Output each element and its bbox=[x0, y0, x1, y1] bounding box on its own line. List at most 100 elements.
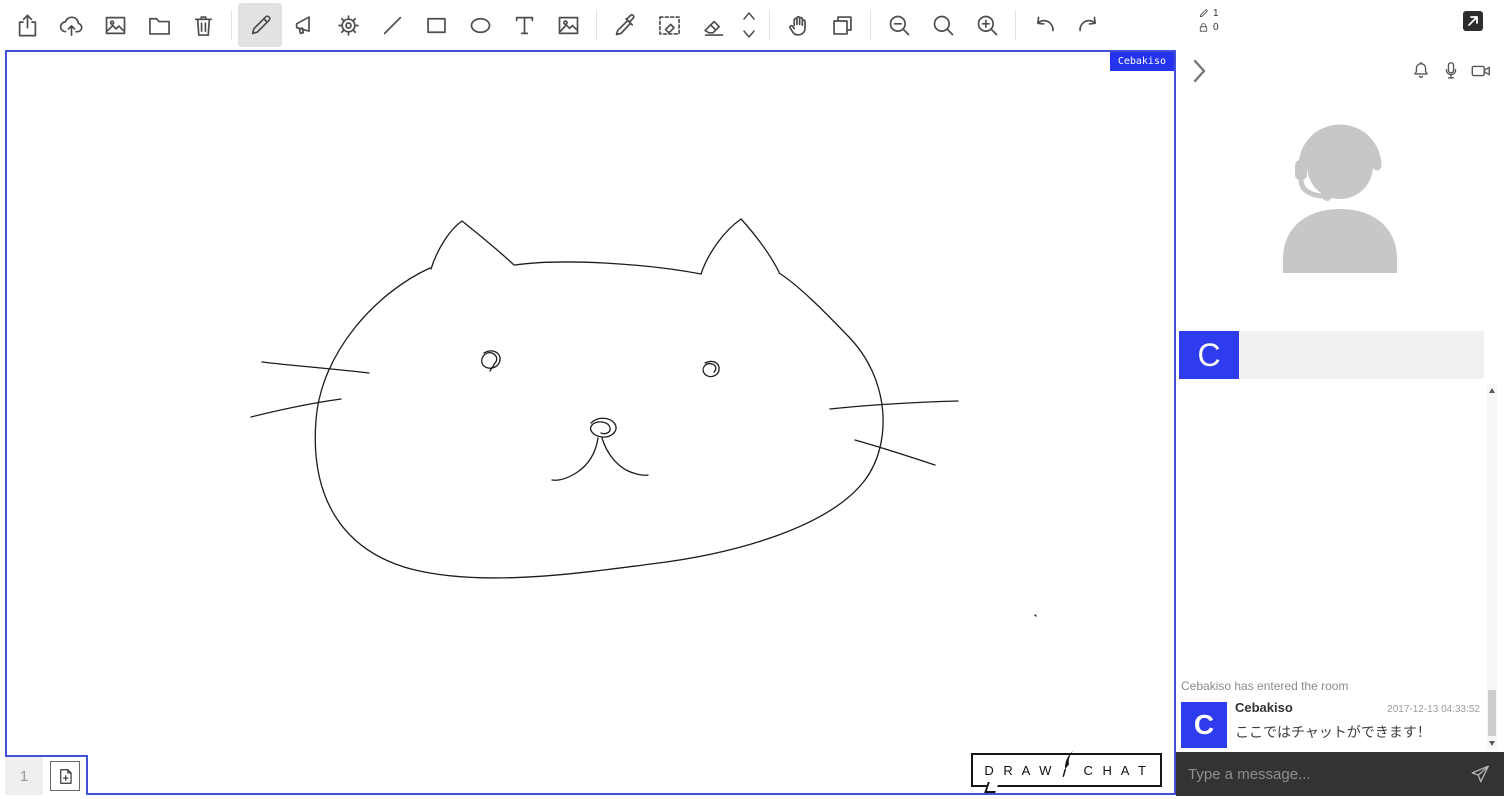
cat-drawing-stroke bbox=[551, 437, 599, 481]
cloud-upload-icon bbox=[59, 15, 83, 36]
canvas-drawing bbox=[250, 218, 1037, 617]
ellipse-tool-button[interactable] bbox=[458, 3, 502, 47]
add-page-icon bbox=[59, 768, 72, 784]
user-avatar: C bbox=[1179, 331, 1239, 379]
drawchat-app: 1 0 Cebakiso 1 D R A W C H A T C Cebakis… bbox=[0, 0, 1504, 799]
session-counters: 1 0 bbox=[1198, 6, 1219, 34]
cloud-upload-button[interactable] bbox=[49, 3, 93, 47]
hand-icon bbox=[788, 15, 806, 36]
message-timestamp: 2017-12-13 04:33:52 bbox=[1387, 704, 1480, 715]
cat-drawing-stroke bbox=[430, 220, 515, 270]
share-button[interactable] bbox=[5, 3, 49, 47]
cat-drawing-stroke bbox=[702, 360, 720, 378]
insert-image-button[interactable] bbox=[546, 3, 590, 47]
clear-button[interactable] bbox=[181, 3, 225, 47]
remote-cursor-label: Cebakiso bbox=[1109, 52, 1174, 71]
save-image-icon bbox=[105, 16, 125, 34]
redo-icon bbox=[1078, 16, 1096, 31]
collapse-sidebar-button[interactable] bbox=[1184, 56, 1214, 86]
headset-avatar-icon bbox=[1283, 124, 1397, 273]
marker-tool-button[interactable] bbox=[282, 3, 326, 47]
message-header: Cebakiso 2017-12-13 04:33:52 bbox=[1235, 700, 1480, 715]
selection-eraser-button[interactable] bbox=[647, 3, 691, 47]
gear-tool-button[interactable] bbox=[326, 3, 370, 47]
chat-scrollbar[interactable] bbox=[1487, 384, 1497, 749]
fullscreen-button[interactable] bbox=[1461, 9, 1485, 33]
ellipse-icon bbox=[470, 17, 490, 33]
send-message-button[interactable] bbox=[1464, 758, 1496, 790]
pen-count-value: 1 bbox=[1213, 7, 1219, 19]
pencil-icon bbox=[251, 14, 271, 34]
microphone-button[interactable] bbox=[1436, 56, 1466, 86]
gear-icon bbox=[337, 14, 359, 36]
pencil-tool-button[interactable] bbox=[238, 3, 282, 47]
chat-input-bar bbox=[1176, 752, 1504, 796]
toolbar-separator bbox=[870, 10, 871, 40]
scroll-down-arrow[interactable] bbox=[1487, 738, 1497, 748]
zoom-reset-button[interactable] bbox=[921, 3, 965, 47]
undo-button[interactable] bbox=[1022, 3, 1066, 47]
zoom-in-button[interactable] bbox=[965, 3, 1009, 47]
folder-icon bbox=[148, 17, 170, 35]
trash-icon bbox=[194, 15, 212, 36]
pencil-count-icon bbox=[1199, 8, 1208, 17]
message-input[interactable] bbox=[1176, 765, 1464, 783]
page-bar: 1 bbox=[5, 755, 88, 795]
save-image-button[interactable] bbox=[93, 3, 137, 47]
selection-eraser-icon bbox=[658, 15, 680, 35]
logo-text-right: C H A T bbox=[1083, 762, 1149, 778]
page-tab-1[interactable]: 1 bbox=[5, 757, 43, 795]
chat-message: C Cebakiso 2017-12-13 04:33:52 ここではチャットが… bbox=[1181, 700, 1480, 748]
scrollbar-thumb[interactable] bbox=[1488, 690, 1496, 736]
open-folder-button[interactable] bbox=[137, 3, 181, 47]
cat-drawing-stroke bbox=[601, 437, 649, 476]
eraser-icon bbox=[703, 20, 723, 36]
text-tool-button[interactable] bbox=[502, 3, 546, 47]
pages-button[interactable] bbox=[820, 3, 864, 47]
cat-drawing-stroke bbox=[589, 417, 617, 438]
video-call-button[interactable] bbox=[1466, 56, 1496, 86]
zoom-out-button[interactable] bbox=[877, 3, 921, 47]
add-page-button[interactable] bbox=[50, 761, 80, 791]
message-author: Cebakiso bbox=[1235, 700, 1293, 715]
toolbar-separator bbox=[769, 10, 770, 40]
stroke-size-stepper[interactable] bbox=[735, 3, 763, 47]
chevron-up-icon bbox=[743, 12, 755, 20]
zoom-out-icon bbox=[889, 15, 909, 35]
send-icon bbox=[1471, 765, 1489, 783]
zoom-in-icon bbox=[977, 15, 997, 35]
chevron-right-icon bbox=[1193, 59, 1206, 83]
chat-message-list: Cebakiso has entered the room C Cebakiso… bbox=[1176, 381, 1504, 752]
drawing-canvas[interactable]: Cebakiso 1 D R A W C H A T bbox=[5, 50, 1176, 795]
eraser-button[interactable] bbox=[691, 3, 735, 47]
hand-tool-button[interactable] bbox=[776, 3, 820, 47]
text-icon bbox=[515, 16, 533, 34]
user-list-item[interactable]: C bbox=[1179, 331, 1484, 379]
toolbar-separator bbox=[231, 10, 232, 40]
image-icon bbox=[558, 16, 578, 34]
lock-counter: 0 bbox=[1198, 20, 1219, 34]
sidebar-header bbox=[1176, 50, 1504, 92]
color-picker-button[interactable] bbox=[603, 3, 647, 47]
notifications-button[interactable] bbox=[1406, 56, 1436, 86]
rectangle-tool-button[interactable] bbox=[414, 3, 458, 47]
line-tool-button[interactable] bbox=[370, 3, 414, 47]
message-text: ここではチャットができます！ bbox=[1235, 724, 1431, 740]
quill-icon bbox=[1063, 750, 1074, 777]
cat-drawing-stroke bbox=[314, 267, 884, 579]
marker-icon bbox=[295, 15, 310, 34]
toolbar bbox=[0, 0, 1504, 50]
lock-count-icon bbox=[1199, 22, 1208, 32]
cat-drawing-stroke bbox=[854, 439, 936, 466]
fullscreen-icon bbox=[1463, 11, 1483, 31]
zoom-reset-icon bbox=[933, 15, 953, 35]
video-camera-icon bbox=[1471, 65, 1490, 77]
scroll-up-arrow[interactable] bbox=[1487, 385, 1497, 395]
share-icon bbox=[18, 14, 36, 36]
redo-button[interactable] bbox=[1066, 3, 1110, 47]
chat-messages: Cebakiso has entered the room C Cebakiso… bbox=[1181, 679, 1480, 748]
cat-drawing-stroke bbox=[261, 361, 370, 374]
lock-count-value: 0 bbox=[1213, 21, 1219, 33]
logo-text-left: D R A W bbox=[984, 762, 1055, 778]
bell-icon bbox=[1414, 61, 1428, 79]
